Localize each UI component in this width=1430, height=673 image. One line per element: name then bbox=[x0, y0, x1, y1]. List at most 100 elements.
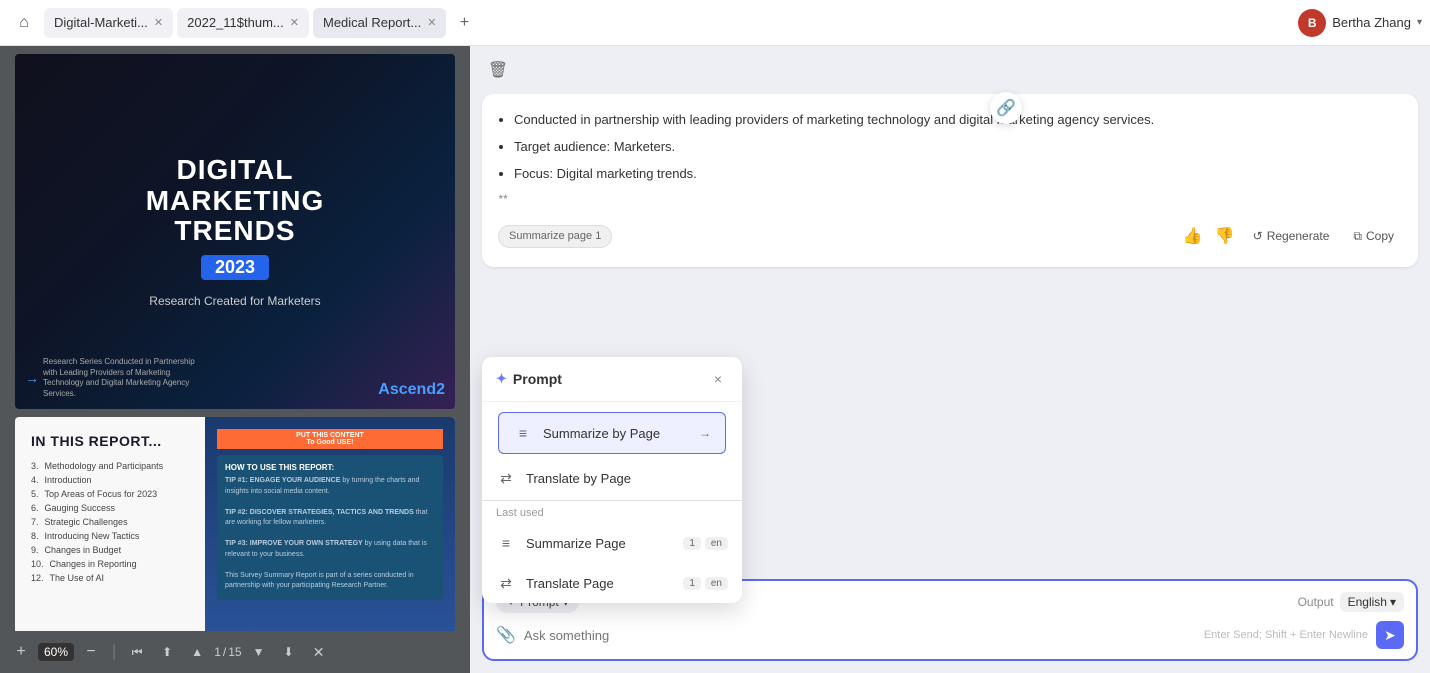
ai-double-stars: ** bbox=[498, 190, 1402, 209]
pdf-nav-next[interactable]: ▼ bbox=[246, 639, 272, 665]
summarize-badges: 1 en bbox=[683, 537, 728, 550]
output-area: Output English ▾ bbox=[1298, 592, 1404, 612]
output-lang-chevron: ▾ bbox=[1390, 595, 1396, 609]
summarize-num-badge: 1 bbox=[683, 537, 701, 550]
prompt-item-translate-label: Translate by Page bbox=[526, 471, 631, 486]
prompt-dropdown: ✦ Prompt × ≡ Summarize by Page → ⇄ Trans… bbox=[482, 357, 742, 603]
output-lang-selector[interactable]: English ▾ bbox=[1340, 592, 1404, 612]
panel-toggle-button[interactable]: 🔗 bbox=[990, 92, 1022, 124]
prompt-translate-used-label: Translate Page bbox=[526, 576, 614, 591]
ai-delete-button[interactable]: 🗑 bbox=[482, 54, 514, 86]
toc-item-9: 9.Changes in Budget bbox=[31, 545, 189, 555]
ai-actions: 👍 👎 ↺ Regenerate ⧉ Copy bbox=[1181, 222, 1402, 252]
spark-icon: ✦ bbox=[496, 371, 507, 387]
tab-label: Medical Report... bbox=[323, 15, 421, 30]
tab-close-2022[interactable]: ✕ bbox=[290, 16, 299, 29]
tab-close-digital[interactable]: ✕ bbox=[154, 16, 163, 29]
chat-text-input[interactable] bbox=[524, 628, 1196, 643]
tab-digital-marketing[interactable]: Digital-Marketi... ✕ bbox=[44, 8, 173, 38]
prompt-section-last-used: Last used bbox=[482, 501, 742, 523]
colorful-icon: 🔗 bbox=[996, 98, 1016, 118]
translate-badges: 1 en bbox=[683, 577, 728, 590]
pdf-bottom-bar: + 60% − | ⏮ ⬆ ▲ 1 / 15 ▼ ⬇ ✕ bbox=[0, 631, 470, 673]
ai-panel: 🗑 🔗 Conducted in partnership with leadin… bbox=[470, 46, 1430, 673]
user-info[interactable]: B Bertha Zhang ▾ bbox=[1298, 9, 1422, 37]
pdf-page-current: 1 bbox=[214, 645, 221, 659]
pdf-nav-last[interactable]: ✕ bbox=[306, 639, 332, 665]
ai-message-bubble: Conducted in partnership with leading pr… bbox=[482, 94, 1418, 267]
toc-item-4: 4.Introduction bbox=[31, 475, 189, 485]
pdf-page-1: DIGITAL MARKETING TRENDS 2023 Research C… bbox=[15, 54, 455, 409]
ai-top-actions: 🗑 🔗 bbox=[470, 46, 1430, 94]
pdf-title-line1: DIGITAL bbox=[146, 155, 325, 186]
translate-page-icon: ⇄ bbox=[496, 468, 516, 488]
pdf-zoom-value: 60% bbox=[38, 643, 74, 661]
ai-tag: Summarize page 1 bbox=[498, 225, 612, 249]
regenerate-button[interactable]: ↺ Regenerate bbox=[1245, 223, 1338, 250]
attachment-button[interactable]: 📎 bbox=[496, 625, 516, 645]
ai-bullet-3: Focus: Digital marketing trends. bbox=[514, 164, 1402, 185]
pdf-tips: TIP #1: ENGAGE YOUR AUDIENCE by turning … bbox=[225, 476, 435, 592]
toc-item-6: 6.Gauging Success bbox=[31, 503, 189, 513]
chat-send-button[interactable]: ➤ bbox=[1376, 621, 1404, 649]
pdf-nav-prev[interactable]: ▲ bbox=[184, 639, 210, 665]
thumbs-up-button[interactable]: 👍 bbox=[1181, 222, 1205, 252]
toc-item-8: 8.Introducing New Tactics bbox=[31, 531, 189, 541]
pdf-how-to-banner: PUT THIS CONTENTTo Good USE! bbox=[217, 429, 443, 449]
toc-item-12: 12.The Use of AI bbox=[31, 573, 189, 583]
pdf-logo-brand: Ascend2 bbox=[378, 381, 445, 399]
pdf-page-sep: / bbox=[223, 645, 226, 659]
output-lang-label: English bbox=[1348, 595, 1387, 609]
prompt-item-summarize-by-page[interactable]: ≡ Summarize by Page → bbox=[498, 412, 726, 454]
thumbs-down-button[interactable]: 👎 bbox=[1213, 222, 1237, 252]
pdf-page-info: 1 / 15 bbox=[214, 645, 241, 659]
prompt-item-translate-by-page[interactable]: ⇄ Translate by Page bbox=[482, 458, 742, 498]
pdf-how-to-box: HOW TO USE THIS REPORT: TIP #1: ENGAGE Y… bbox=[217, 455, 443, 600]
translate-icon-used: ⇄ bbox=[496, 573, 516, 593]
pdf-title-line3: TRENDS bbox=[146, 216, 325, 247]
pdf-cover-content: DIGITAL MARKETING TRENDS 2023 Research C… bbox=[146, 155, 325, 308]
summarize-icon-used: ≡ bbox=[496, 533, 516, 553]
pdf-page-2: IN THIS REPORT... 3.Methodology and Part… bbox=[15, 417, 455, 631]
chat-hint-text: Enter Send; Shift + Enter Newline bbox=[1204, 629, 1368, 641]
summarize-lang-badge: en bbox=[705, 537, 728, 550]
chat-input-row: 📎 Enter Send; Shift + Enter Newline ➤ bbox=[496, 621, 1404, 649]
pdf-panel: DIGITAL MARKETING TRENDS 2023 Research C… bbox=[0, 46, 470, 673]
pdf-nav-prev-prev[interactable]: ⬆ bbox=[154, 639, 180, 665]
top-bar: ⌂ Digital-Marketi... ✕ 2022_11$thum... ✕… bbox=[0, 0, 1430, 46]
home-button[interactable]: ⌂ bbox=[8, 7, 40, 39]
pdf-page-total: 15 bbox=[228, 645, 241, 659]
tab-2022-thumb[interactable]: 2022_11$thum... ✕ bbox=[177, 8, 309, 38]
prompt-title-label: Prompt bbox=[513, 371, 562, 387]
pdf-logo-text: Research Series Conducted in Partnership… bbox=[43, 357, 203, 399]
user-name: Bertha Zhang bbox=[1332, 15, 1411, 30]
pdf-nav-first[interactable]: ⏮ bbox=[124, 639, 150, 665]
toc-item-10: 10.Changes in Reporting bbox=[31, 559, 189, 569]
pdf-pages: DIGITAL MARKETING TRENDS 2023 Research C… bbox=[0, 46, 470, 631]
prompt-dropdown-title: ✦ Prompt bbox=[496, 371, 562, 387]
pdf-year: 2023 bbox=[201, 255, 269, 280]
ai-bullet-2: Target audience: Marketers. bbox=[514, 137, 1402, 158]
tab-medical-report[interactable]: Medical Report... ✕ bbox=[313, 8, 446, 38]
pdf-title-line2: MARKETING bbox=[146, 186, 325, 217]
prompt-close-button[interactable]: × bbox=[708, 369, 728, 389]
user-menu-chevron: ▾ bbox=[1417, 17, 1422, 28]
tab-close-medical[interactable]: ✕ bbox=[427, 16, 436, 29]
translate-lang-badge: en bbox=[705, 577, 728, 590]
translate-num-badge: 1 bbox=[683, 577, 701, 590]
pdf-nav-next-next[interactable]: ⬇ bbox=[276, 639, 302, 665]
copy-label: Copy bbox=[1366, 227, 1394, 246]
regenerate-label: Regenerate bbox=[1267, 227, 1330, 246]
tab-label: 2022_11$thum... bbox=[187, 15, 284, 30]
prompt-item-summarize-page-used[interactable]: ≡ Summarize Page 1 en bbox=[482, 523, 742, 563]
prompt-item-translate-page-used[interactable]: ⇄ Translate Page 1 en bbox=[482, 563, 742, 603]
add-tab-button[interactable]: + bbox=[450, 9, 478, 37]
pdf-toc: IN THIS REPORT... 3.Methodology and Part… bbox=[15, 417, 205, 631]
copy-button[interactable]: ⧉ Copy bbox=[1345, 223, 1402, 250]
prompt-item-arrow: → bbox=[699, 426, 711, 440]
ai-message-footer: Summarize page 1 👍 👎 ↺ Regenerate ⧉ Copy bbox=[498, 222, 1402, 252]
regenerate-icon: ↺ bbox=[1253, 227, 1263, 246]
pdf-zoom-out[interactable]: + bbox=[8, 639, 34, 665]
pdf-toc-title: IN THIS REPORT... bbox=[31, 433, 189, 449]
pdf-zoom-in[interactable]: − bbox=[78, 639, 104, 665]
